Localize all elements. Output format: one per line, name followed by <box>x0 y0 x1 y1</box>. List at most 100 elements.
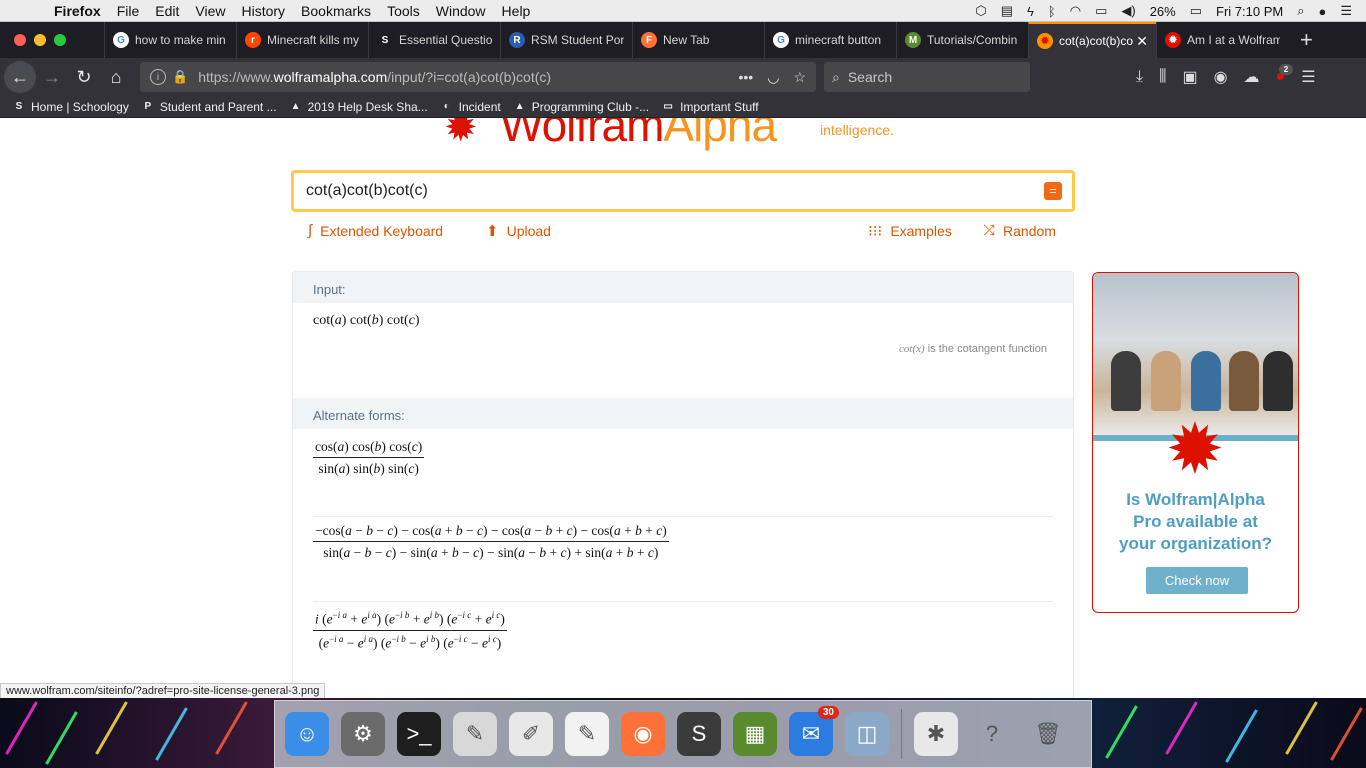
dock-grapher-icon[interactable]: ✱ <box>914 712 958 756</box>
spotlight-icon[interactable]: ⌕ <box>1297 3 1304 19</box>
forward-button[interactable]: → <box>36 61 68 93</box>
url-text[interactable]: https://www.wolframalpha.com/input/?i=co… <box>198 69 551 85</box>
notification-extension-icon[interactable]: ● 2 <box>1276 64 1294 86</box>
dock-minecraft-icon[interactable]: ▦ <box>733 712 777 756</box>
wallpaper-streak <box>1285 701 1318 755</box>
package-icon[interactable]: ⬡ <box>975 3 986 19</box>
bookmark-icon: S <box>15 101 23 112</box>
shuffle-icon: ⤨ <box>983 222 996 239</box>
menu-edit[interactable]: Edit <box>155 3 179 19</box>
drive-icon[interactable]: ▤ <box>1001 3 1013 19</box>
wolfram-star-logo-icon[interactable]: ✹ <box>444 118 496 148</box>
power-icon[interactable]: ϟ <box>1027 4 1034 19</box>
minimize-window-button[interactable] <box>34 34 46 46</box>
wolfram-logo[interactable]: WolframAlpha <box>500 118 777 152</box>
macos-menu-bar: Firefox File Edit View History Bookmarks… <box>0 0 1366 22</box>
bluetooth-icon[interactable]: ᛒ <box>1048 4 1056 19</box>
wolfram-page: ✹ WolframAlpha intelligence. cot(a)cot(b… <box>0 118 1366 698</box>
browser-tab[interactable]: r Minecraft kills my <box>236 22 368 58</box>
bookmark-item[interactable]: S Home | Schoology <box>12 100 129 114</box>
sidebar-icon[interactable]: ▣ <box>1182 67 1197 87</box>
notification-center-icon[interactable]: ☰ <box>1340 3 1352 19</box>
dock-script-editor-icon[interactable]: ✎ <box>453 712 497 756</box>
browser-tab[interactable]: Ghow to make min <box>104 22 236 58</box>
home-button[interactable]: ⌂ <box>100 61 132 93</box>
browser-tab[interactable]: F New Tab <box>632 22 764 58</box>
bookmark-item[interactable]: ◐ Incident <box>440 100 501 114</box>
battery-percent[interactable]: 26% <box>1150 4 1176 19</box>
dock-finder-icon[interactable]: ☺ <box>285 712 329 756</box>
browser-tab[interactable]: Gminecraft button <box>764 22 896 58</box>
pocket-icon[interactable]: ◡ <box>767 69 779 86</box>
compute-button[interactable]: = <box>1044 182 1062 200</box>
dock-mail-icon[interactable]: ✉ 30 <box>789 706 839 756</box>
page-actions-icon[interactable]: ••• <box>739 69 754 86</box>
reload-button[interactable]: ↻ <box>68 61 100 93</box>
alternate-forms-pod[interactable]: cos(a) cos(b) cos(c) sin(a) sin(b) sin(c)… <box>293 429 1073 677</box>
clock[interactable]: Fri 7:10 PM <box>1216 4 1283 19</box>
dock-terminal-icon[interactable]: >_ <box>397 712 441 756</box>
bookmark-item[interactable]: ▲ Programming Club -... <box>513 100 649 114</box>
close-tab-icon[interactable]: ✕ <box>1136 33 1148 50</box>
back-button[interactable]: ← <box>4 61 36 93</box>
bookmark-label: Home | Schoology <box>31 99 129 114</box>
menu-tools[interactable]: Tools <box>387 3 420 19</box>
dock-sublime-text-icon[interactable]: S <box>677 712 721 756</box>
bookmark-item[interactable]: P Student and Parent ... <box>141 100 277 114</box>
dock-firefox-icon[interactable]: ◉ <box>621 712 665 756</box>
menu-icon[interactable]: ☰ <box>1301 67 1315 87</box>
new-tab-button[interactable]: + <box>1300 27 1313 53</box>
dock-trash-icon[interactable]: 🗑 <box>1026 712 1070 756</box>
menu-bookmarks[interactable]: Bookmarks <box>301 3 371 19</box>
search-field[interactable]: ⌕ Search <box>824 62 1030 92</box>
address-bar[interactable]: i 🔒 https://www.wolframalpha.com/input/?… <box>140 62 816 92</box>
wifi-icon[interactable]: ◠ <box>1070 3 1081 19</box>
examples-link[interactable]: ⁝⁝⁝ Examples <box>868 222 952 240</box>
menu-app-name[interactable]: Firefox <box>54 3 101 19</box>
input-pod[interactable]: cot(a) cot(b) cot(c) cot(x) is the cotan… <box>293 303 1073 398</box>
extension-icon[interactable]: ☁ <box>1244 67 1260 87</box>
window-controls <box>14 34 104 46</box>
menu-view[interactable]: View <box>195 3 225 19</box>
menu-file[interactable]: File <box>117 3 140 19</box>
results-panel: Input: cot(a) cot(b) cot(c) cot(x) is th… <box>292 271 1074 698</box>
bookmark-label: Incident <box>458 99 501 114</box>
zoom-window-button[interactable] <box>54 34 66 46</box>
bookmark-item[interactable]: ▲ 2019 Help Desk Sha... <box>289 100 428 114</box>
browser-tab[interactable]: M Tutorials/Combin <box>896 22 1028 58</box>
upload-link[interactable]: ⬆ Upload <box>486 222 551 240</box>
account-icon[interactable]: ◉ <box>1214 67 1228 87</box>
pro-advertisement[interactable]: ✹ Is Wolfram|Alpha Pro available at your… <box>1092 272 1299 613</box>
bookmark-item[interactable]: ▭ Important Stuff <box>661 100 758 114</box>
dock-help-icon[interactable]: ? <box>970 712 1014 756</box>
close-window-button[interactable] <box>14 34 26 46</box>
dock-preview-icon[interactable]: ◫ <box>845 712 889 756</box>
query-input[interactable]: cot(a)cot(b)cot(c) = <box>291 170 1075 212</box>
tab-title: Essential Questio <box>399 33 492 47</box>
airplay-icon[interactable]: ▭ <box>1095 3 1107 19</box>
bookmark-star-icon[interactable]: ☆ <box>793 69 806 86</box>
menu-window[interactable]: Window <box>436 3 486 19</box>
siri-icon[interactable]: ● <box>1318 4 1326 19</box>
volume-icon[interactable]: ◀) <box>1121 3 1135 19</box>
dock-system-preferences-icon[interactable]: ⚙ <box>341 712 385 756</box>
query-text[interactable]: cot(a)cot(b)cot(c) <box>306 182 428 200</box>
random-link[interactable]: ⤨ Random <box>983 222 1056 239</box>
library-icon[interactable]: ⫼ <box>1159 68 1166 86</box>
downloads-icon[interactable]: ⤓ <box>1136 68 1143 86</box>
tab-title: RSM Student Por <box>531 33 624 47</box>
tab-active[interactable]: ✹ cot(a)cot(b)co ✕ <box>1028 22 1156 58</box>
extended-keyboard-link[interactable]: ∫ Extended Keyboard <box>308 222 443 239</box>
site-info-icon[interactable]: i <box>150 69 166 85</box>
browser-tab[interactable]: ✹ Am I at a Wolfram <box>1156 22 1288 58</box>
dock-textedit-2-icon[interactable]: ✎ <box>565 712 609 756</box>
alternate-forms-header: Alternate forms: <box>293 398 1073 429</box>
lock-icon[interactable]: 🔒 <box>172 69 188 85</box>
menu-history[interactable]: History <box>241 3 285 19</box>
browser-tab[interactable]: S Essential Questio <box>368 22 500 58</box>
battery-icon[interactable]: ▭ <box>1190 3 1202 19</box>
check-now-button[interactable]: Check now <box>1146 567 1248 594</box>
menu-help[interactable]: Help <box>502 3 531 19</box>
browser-tab[interactable]: R RSM Student Por <box>500 22 632 58</box>
dock-textedit-1-icon[interactable]: ✐ <box>509 712 553 756</box>
